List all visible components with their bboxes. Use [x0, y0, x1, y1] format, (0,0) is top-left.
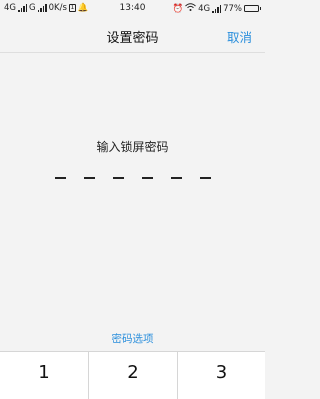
- status-right: ⏰ 4G 77%: [172, 3, 261, 14]
- pin-slot: [113, 177, 124, 179]
- status-bar: 4G G 0K/s 1 🔔 13:40 ⏰ 4G 77%: [0, 0, 265, 18]
- lock-password-screen: 4G G 0K/s 1 🔔 13:40 ⏰ 4G 77% 设置密码 取消 输入锁…: [0, 0, 265, 399]
- pin-slot: [84, 177, 95, 179]
- pin-slot: [171, 177, 182, 179]
- password-prompt: 输入锁屏密码: [96, 140, 169, 154]
- battery-icon: [244, 5, 261, 12]
- page-title: 设置密码: [106, 31, 159, 46]
- wifi-icon: [185, 3, 196, 14]
- alarm-icon: ⏰: [172, 3, 184, 14]
- cancel-button[interactable]: 取消: [227, 27, 252, 46]
- numeric-keypad: 1 2 3: [0, 351, 265, 399]
- network-type-3: 4G: [198, 3, 211, 14]
- key-3[interactable]: 3: [178, 352, 265, 399]
- battery-percent: 77%: [223, 3, 242, 14]
- pin-input-slots: [55, 177, 211, 180]
- pin-slot: [55, 177, 66, 179]
- key-2[interactable]: 2: [89, 352, 177, 399]
- signal-icon-3: [212, 4, 222, 13]
- pin-slot: [200, 177, 211, 179]
- key-1[interactable]: 1: [0, 352, 88, 399]
- header-divider: [0, 52, 265, 53]
- password-options-link[interactable]: 密码选项: [0, 331, 265, 346]
- header: 设置密码 取消: [0, 18, 265, 52]
- pin-slot: [142, 177, 153, 179]
